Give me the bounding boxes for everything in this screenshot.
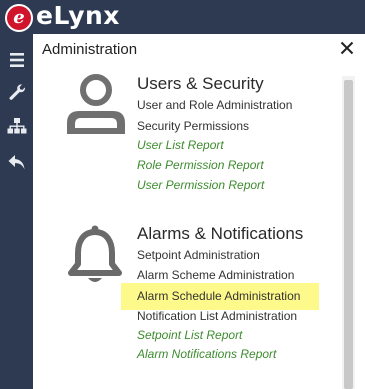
bell-icon — [68, 225, 122, 282]
link-notification-list-administration[interactable]: Notification List Administration — [137, 309, 297, 323]
hamburger-menu-icon[interactable] — [6, 50, 28, 70]
link-role-permission-report[interactable]: Role Permission Report — [137, 158, 264, 172]
link-setpoint-administration[interactable]: Setpoint Administration — [137, 248, 260, 262]
close-icon[interactable] — [339, 40, 355, 56]
link-user-and-role-administration[interactable]: User and Role Administration — [137, 98, 292, 112]
back-arrow-icon[interactable] — [6, 152, 28, 172]
link-alarm-schedule-administration[interactable]: Alarm Schedule Administration — [137, 289, 300, 303]
scrollbar-thumb[interactable] — [344, 80, 353, 389]
administration-panel: Administration Users & Security User and… — [33, 34, 365, 389]
brand-name: eLynx — [36, 1, 120, 30]
link-user-list-report[interactable]: User List Report — [137, 138, 224, 152]
section-title-users-security: Users & Security — [137, 74, 264, 93]
brand-logo-letter: e — [13, 7, 25, 28]
wrench-icon[interactable] — [6, 82, 28, 102]
panel-title: Administration — [42, 41, 138, 58]
top-bar: e eLynx — [0, 0, 365, 34]
link-user-permission-report[interactable]: User Permission Report — [137, 178, 264, 192]
left-nav — [0, 34, 33, 389]
brand-logo-icon: e — [5, 4, 33, 32]
user-icon — [67, 74, 125, 134]
link-setpoint-list-report[interactable]: Setpoint List Report — [137, 328, 242, 342]
scrollbar[interactable] — [342, 76, 355, 389]
link-alarm-notifications-report[interactable]: Alarm Notifications Report — [137, 347, 276, 361]
section-title-alarms-notifications: Alarms & Notifications — [137, 224, 304, 243]
link-alarm-scheme-administration[interactable]: Alarm Scheme Administration — [137, 268, 294, 282]
link-security-permissions[interactable]: Security Permissions — [137, 119, 249, 133]
hierarchy-icon[interactable] — [6, 116, 28, 136]
